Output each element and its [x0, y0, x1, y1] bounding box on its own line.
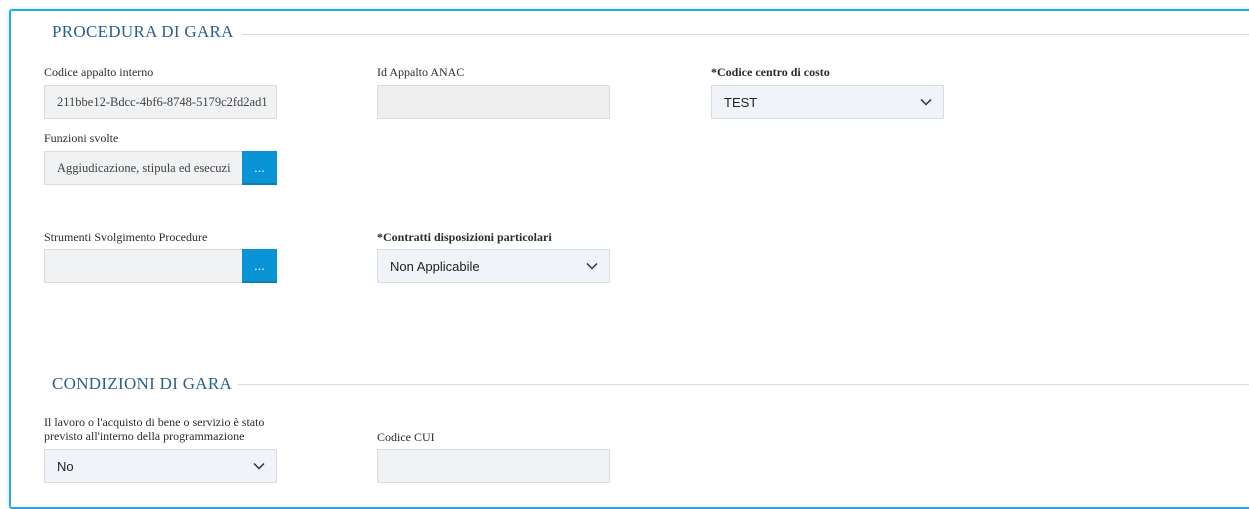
chevron-down-icon [252, 459, 266, 473]
cui-input[interactable] [377, 449, 610, 483]
strumenti-field: ... [44, 249, 277, 283]
programmazione-select[interactable]: No [44, 449, 277, 483]
centro-costo-select[interactable]: TEST [711, 85, 944, 119]
contratti-value: Non Applicabile [390, 259, 480, 274]
funzioni-value: Aggiudicazione, stipula ed esecuzi [57, 161, 231, 175]
funzioni-label: Funzioni svolte [44, 131, 119, 145]
codice-appalto-label: Codice appalto interno [44, 65, 154, 79]
funzioni-field: Aggiudicazione, stipula ed esecuzi ... [44, 151, 277, 185]
programmazione-value: No [57, 459, 74, 474]
section-divider [242, 34, 1249, 35]
strumenti-picker-button[interactable]: ... [242, 249, 277, 283]
codice-appalto-field: 211bbe12-Bdcc-4bf6-8748-5179c2fd2ad1 [44, 85, 277, 119]
chevron-down-icon [919, 95, 933, 109]
cui-label: Codice CUI [377, 430, 435, 444]
funzioni-picker-button[interactable]: ... [242, 151, 277, 185]
section-title-procedura: PROCEDURA DI GARA [52, 22, 234, 41]
contratti-label: *Contratti disposizioni particolari [377, 230, 552, 244]
centro-costo-value: TEST [724, 95, 758, 110]
chevron-down-icon [585, 259, 599, 273]
section-title-condizioni: CONDIZIONI DI GARA [52, 374, 233, 393]
strumenti-label: Strumenti Svolgimento Procedure [44, 230, 208, 244]
section-divider [238, 384, 1249, 385]
centro-costo-label: *Codice centro di costo [711, 65, 830, 79]
programmazione-label: Il lavoro o l'acquisto di bene o servizi… [44, 415, 265, 443]
id-anac-field [377, 85, 610, 119]
id-anac-label: Id Appalto ANAC [377, 65, 465, 79]
contratti-select[interactable]: Non Applicabile [377, 249, 610, 283]
codice-appalto-value: 211bbe12-Bdcc-4bf6-8748-5179c2fd2ad1 [57, 95, 268, 109]
